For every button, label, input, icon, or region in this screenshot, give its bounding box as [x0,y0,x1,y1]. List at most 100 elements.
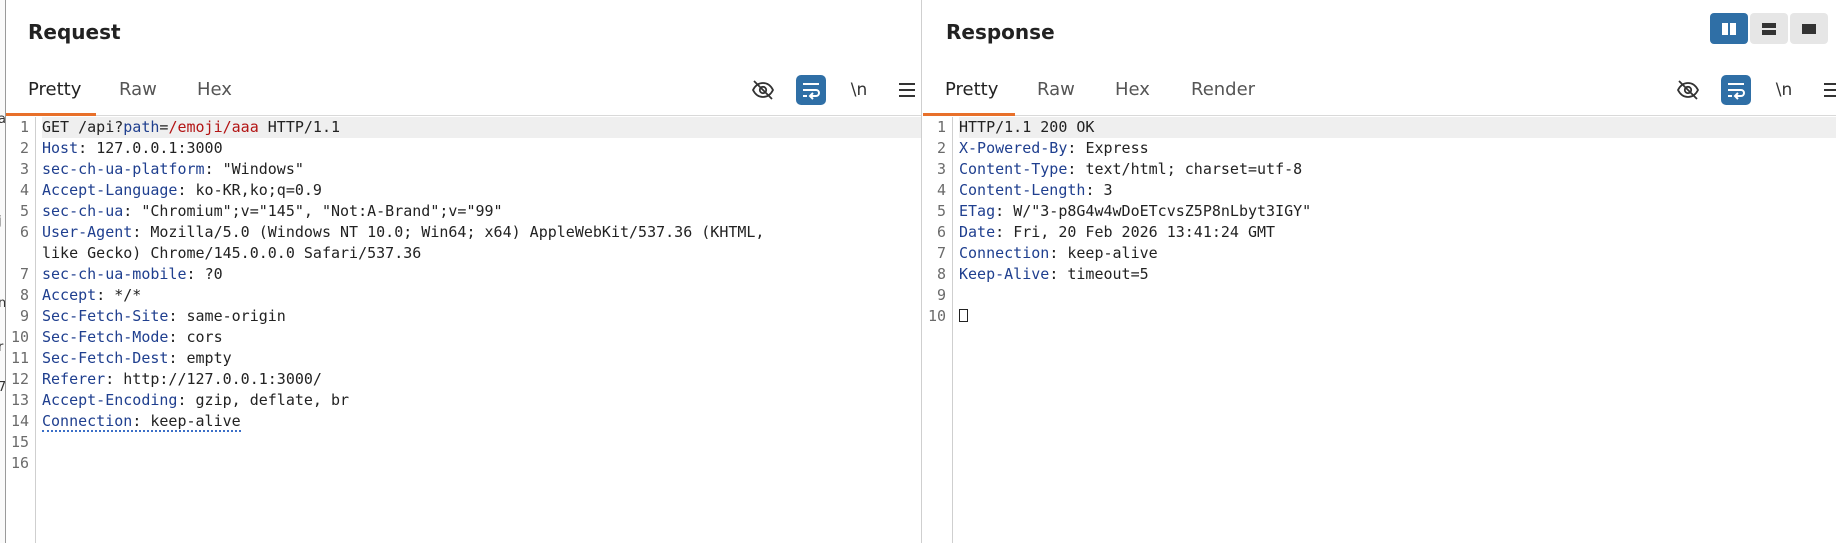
response-pane: Response Pretty Raw Hex Render \n 1 2 3 … [923,0,1836,543]
response-tab-raw[interactable]: Raw [1037,79,1075,113]
header-name: Date [959,223,996,241]
newline-toggle[interactable]: \n [1769,75,1799,105]
hamburger-menu-icon[interactable] [1817,75,1836,105]
header-value: cors [186,328,223,346]
header-name: Host [42,139,79,157]
header-name: sec-ch-ua-platform [42,160,205,178]
header-value: "Windows" [222,160,304,178]
status-line: HTTP/1.1 200 OK [959,117,1836,138]
response-tab-pretty[interactable]: Pretty [945,79,998,113]
header-name: Connection [42,412,133,430]
header-line: Keep-Alive: timeout=5 [959,265,1149,283]
eye-slash-icon[interactable] [748,75,778,105]
line-number: 10 [10,328,29,346]
header-value: ?0 [204,265,223,283]
header-value: keep-alive [150,412,241,430]
request-path: /api? [69,118,124,136]
split-columns-icon[interactable] [1710,13,1748,44]
header-line: sec-ch-ua: "Chromium";v="145", "Not:A-Br… [42,202,503,220]
header-value: 127.0.0.1:3000 [96,139,223,157]
line-number: 8 [936,265,946,283]
line-number: 1 [19,118,29,136]
query-param-name: path [123,118,160,136]
header-name: Accept-Encoding [42,391,178,409]
header-value: W/"3-p8G4w4wDoETcvsZ5P8nLbyt3IGY" [1013,202,1312,220]
body-line [959,306,1836,327]
header-value: gzip, deflate, br [195,391,350,409]
hamburger-menu-icon[interactable] [892,75,922,105]
empty-line [42,432,921,453]
line-number: 10 [927,307,946,325]
header-line: sec-ch-ua-platform: "Windows" [42,160,304,178]
http-version: HTTP/1.1 [258,118,341,136]
header-name: Content-Type [959,160,1068,178]
header-line-continuation: like Gecko) Chrome/145.0.0.0 Safari/537.… [42,244,422,262]
response-active-tab-underline [923,113,1015,116]
layout-toggle [1710,13,1828,44]
eye-slash-icon[interactable] [1673,75,1703,105]
header-name: sec-ch-ua-mobile [42,265,187,283]
line-number: 4 [19,181,29,199]
newline-toggle[interactable]: \n [844,75,874,105]
header-value: Fri, 20 Feb 2026 13:41:24 GMT [1013,223,1276,241]
header-name: Accept [42,286,97,304]
header-line: Sec-Fetch-Dest: empty [42,349,232,367]
line-number: 2 [19,139,29,157]
line-number: 14 [10,412,29,430]
header-value: same-origin [186,307,286,325]
header-line: Date: Fri, 20 Feb 2026 13:41:24 GMT [959,223,1276,241]
request-tabbar: Pretty Raw Hex \n [6,66,921,116]
word-wrap-icon[interactable] [1721,75,1751,105]
header-line: Accept-Encoding: gzip, deflate, br [42,391,350,409]
request-title: Request [28,20,121,44]
header-value: timeout=5 [1067,265,1149,283]
request-tab-raw[interactable]: Raw [119,79,157,113]
header-line: Content-Type: text/html; charset=utf-8 [959,160,1303,178]
empty-line [959,285,1836,306]
line-number: 11 [10,349,29,367]
query-param-value: /emoji/aaa [168,118,259,136]
response-tabbar: Pretty Raw Hex Render \n [923,66,1836,116]
request-toolbar: \n [748,75,922,105]
header-value: http://127.0.0.1:3000/ [123,370,322,388]
header-name: Accept-Language [42,181,178,199]
word-wrap-icon[interactable] [796,75,826,105]
line-number: 7 [936,244,946,262]
header-value: empty [186,349,232,367]
header-value: 3 [1103,181,1113,199]
request-lines: GET /api?path=/emoji/aaa HTTP/1.1 Host: … [42,117,921,474]
header-name: Connection [959,244,1050,262]
line-number: 2 [936,139,946,157]
header-line: Content-Length: 3 [959,181,1113,199]
header-value: Mozilla/5.0 (Windows NT 10.0; Win64; x64… [150,223,765,241]
response-tab-hex[interactable]: Hex [1115,79,1150,113]
header-name: Content-Length [959,181,1086,199]
header-line: Accept-Language: ko-KR,ko;q=0.9 [42,181,322,199]
line-number: 5 [19,202,29,220]
single-pane-icon[interactable] [1790,13,1828,44]
header-name: X-Powered-By [959,139,1068,157]
line-number: 3 [936,160,946,178]
response-editor[interactable]: 1 2 3 4 5 6 7 8 9 10 HTTP/1.1 200 OK X-P… [923,117,1836,543]
header-value: keep-alive [1067,244,1158,262]
request-tab-pretty[interactable]: Pretty [28,79,81,113]
http-method: GET [42,118,70,136]
split-rows-icon[interactable] [1750,13,1788,44]
line-number: 9 [936,286,946,304]
header-value: text/html; charset=utf-8 [1085,160,1303,178]
request-active-tab-underline [6,113,96,116]
request-editor[interactable]: 1 2 3 4 5 6 7 8 9 10 11 12 13 14 15 16 G… [6,117,921,543]
line-number: 15 [10,433,29,451]
null-char-glyph [959,309,968,322]
response-lines: HTTP/1.1 200 OK X-Powered-By: Express Co… [959,117,1836,327]
request-tab-hex[interactable]: Hex [197,79,232,113]
response-tab-render[interactable]: Render [1191,79,1255,113]
response-title: Response [946,20,1055,44]
header-value: "Chromium";v="145", "Not:A-Brand";v="99" [141,202,503,220]
line-number: 6 [936,223,946,241]
line-number: 5 [936,202,946,220]
line-number: 16 [10,454,29,472]
header-line: Host: 127.0.0.1:3000 [42,139,223,157]
header-name: Referer [42,370,106,388]
request-pane: Request Pretty Raw Hex \n 1 2 3 4 5 6 7 … [6,0,922,543]
